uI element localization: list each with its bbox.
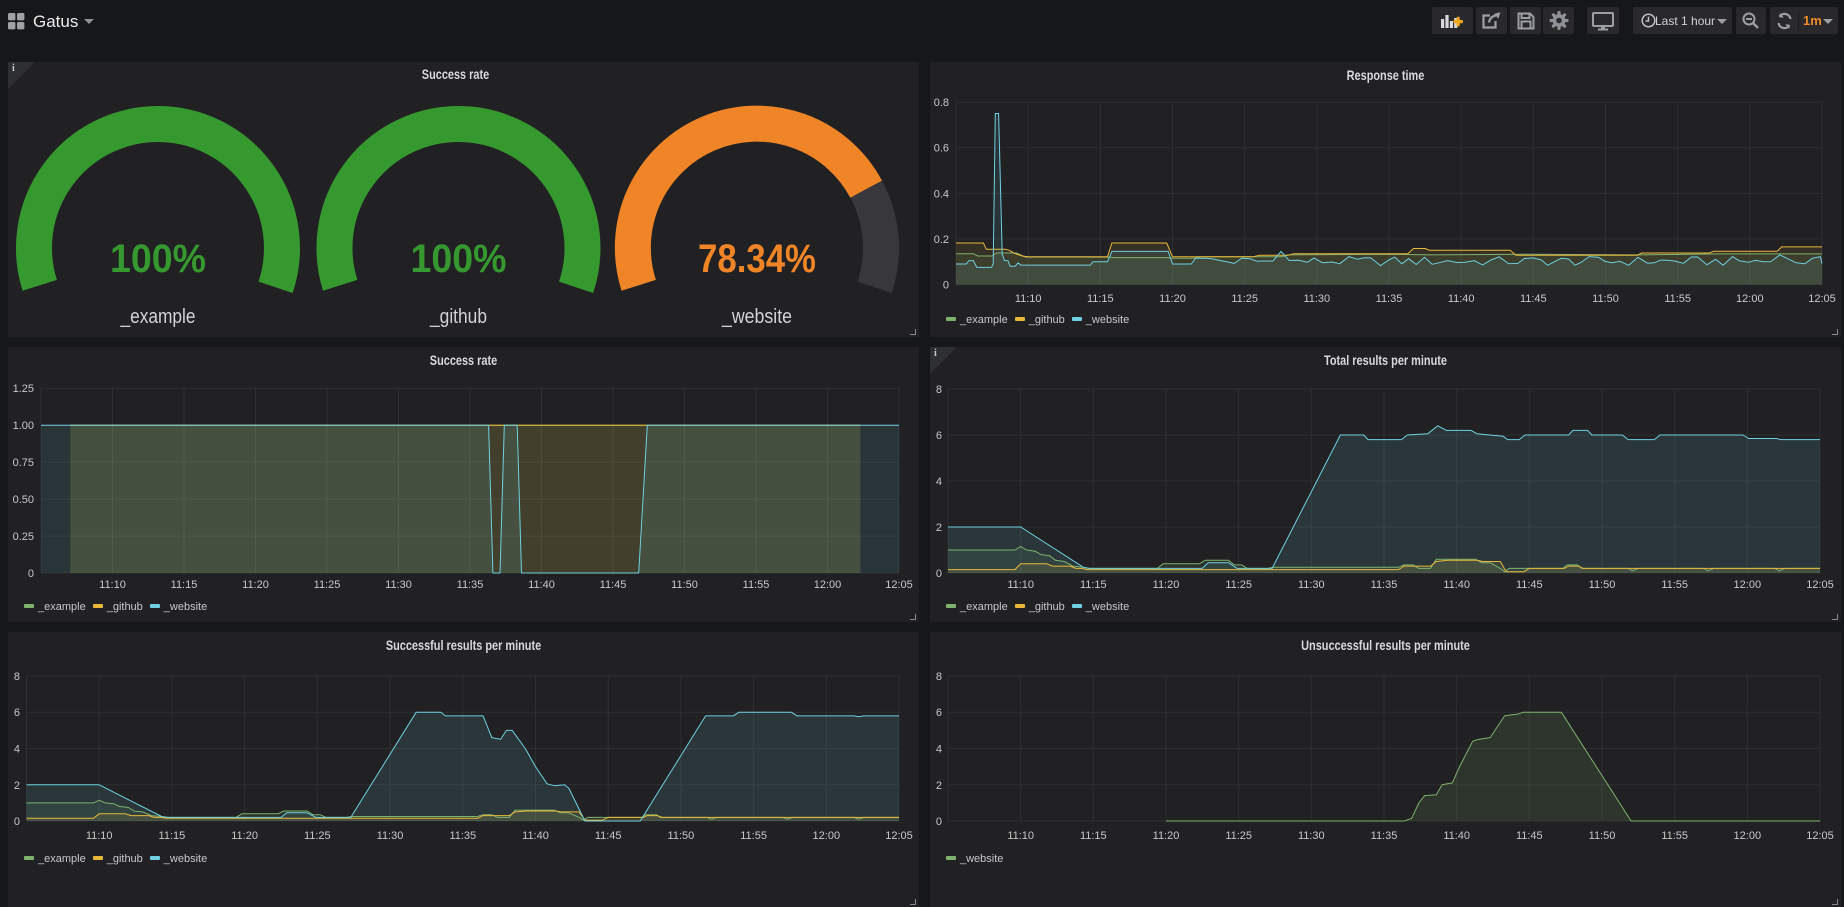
svg-text:2: 2 bbox=[936, 780, 942, 792]
svg-text:6: 6 bbox=[14, 707, 20, 719]
svg-text:0.6: 0.6 bbox=[934, 143, 949, 155]
svg-text:11:20: 11:20 bbox=[1153, 579, 1180, 591]
svg-text:11:25: 11:25 bbox=[1225, 830, 1252, 842]
svg-text:_website: _website bbox=[721, 306, 792, 328]
svg-text:0: 0 bbox=[936, 816, 942, 828]
svg-text:11:50: 11:50 bbox=[671, 579, 698, 591]
svg-text:12:00: 12:00 bbox=[814, 579, 842, 591]
svg-text:11:35: 11:35 bbox=[1371, 579, 1398, 591]
svg-text:11:45: 11:45 bbox=[595, 830, 622, 842]
svg-text:78.34%: 78.34% bbox=[698, 237, 816, 281]
svg-text:11:40: 11:40 bbox=[1443, 579, 1470, 591]
svg-text:11:30: 11:30 bbox=[1298, 830, 1325, 842]
svg-text:12:05: 12:05 bbox=[1808, 293, 1836, 305]
svg-text:11:10: 11:10 bbox=[1007, 579, 1034, 591]
svg-text:2: 2 bbox=[14, 780, 20, 792]
svg-text:11:20: 11:20 bbox=[242, 579, 269, 591]
svg-text:11:10: 11:10 bbox=[1007, 830, 1034, 842]
svg-text:6: 6 bbox=[936, 707, 942, 719]
svg-text:11:55: 11:55 bbox=[743, 579, 770, 591]
svg-text:0: 0 bbox=[936, 568, 942, 580]
svg-text:11:45: 11:45 bbox=[1516, 830, 1543, 842]
svg-text:11:25: 11:25 bbox=[304, 830, 331, 842]
svg-text:11:15: 11:15 bbox=[1087, 293, 1114, 305]
svg-text:0: 0 bbox=[943, 280, 949, 292]
svg-text:_example: _example bbox=[120, 306, 196, 328]
svg-text:12:05: 12:05 bbox=[885, 830, 913, 842]
svg-text:0.4: 0.4 bbox=[934, 188, 949, 200]
svg-text:0.8: 0.8 bbox=[934, 97, 949, 109]
svg-text:11:10: 11:10 bbox=[86, 830, 113, 842]
svg-text:11:20: 11:20 bbox=[231, 830, 258, 842]
svg-text:0.2: 0.2 bbox=[934, 234, 949, 246]
svg-text:11:15: 11:15 bbox=[171, 579, 198, 591]
svg-text:11:50: 11:50 bbox=[1589, 830, 1616, 842]
svg-text:12:05: 12:05 bbox=[1806, 579, 1834, 591]
svg-text:11:10: 11:10 bbox=[99, 579, 126, 591]
svg-text:12:00: 12:00 bbox=[1736, 293, 1764, 305]
svg-text:12:00: 12:00 bbox=[813, 830, 841, 842]
svg-text:11:30: 11:30 bbox=[385, 579, 412, 591]
svg-text:11:35: 11:35 bbox=[1371, 830, 1398, 842]
svg-text:11:15: 11:15 bbox=[1080, 830, 1107, 842]
svg-text:12:00: 12:00 bbox=[1734, 579, 1762, 591]
svg-text:12:00: 12:00 bbox=[1734, 830, 1762, 842]
svg-text:11:45: 11:45 bbox=[1516, 579, 1543, 591]
svg-text:0: 0 bbox=[14, 816, 20, 828]
svg-text:1.25: 1.25 bbox=[13, 383, 34, 395]
svg-text:11:15: 11:15 bbox=[159, 830, 186, 842]
svg-text:11:55: 11:55 bbox=[1664, 293, 1691, 305]
svg-text:11:35: 11:35 bbox=[1376, 293, 1403, 305]
svg-text:11:55: 11:55 bbox=[1661, 830, 1688, 842]
svg-text:11:25: 11:25 bbox=[1231, 293, 1258, 305]
svg-text:4: 4 bbox=[936, 744, 942, 756]
svg-text:0.50: 0.50 bbox=[13, 494, 34, 506]
svg-text:11:45: 11:45 bbox=[600, 579, 627, 591]
svg-text:11:15: 11:15 bbox=[1080, 579, 1107, 591]
svg-text:11:55: 11:55 bbox=[740, 830, 767, 842]
svg-text:11:55: 11:55 bbox=[1661, 579, 1688, 591]
svg-text:8: 8 bbox=[936, 384, 942, 396]
svg-text:0.75: 0.75 bbox=[13, 457, 34, 469]
svg-text:4: 4 bbox=[936, 476, 942, 488]
svg-text:12:05: 12:05 bbox=[885, 579, 913, 591]
svg-text:11:40: 11:40 bbox=[1448, 293, 1475, 305]
svg-text:11:25: 11:25 bbox=[1225, 579, 1252, 591]
svg-text:11:30: 11:30 bbox=[1303, 293, 1330, 305]
svg-text:11:35: 11:35 bbox=[449, 830, 476, 842]
svg-text:11:20: 11:20 bbox=[1159, 293, 1186, 305]
svg-text:1.00: 1.00 bbox=[13, 420, 34, 432]
svg-text:11:50: 11:50 bbox=[668, 830, 695, 842]
svg-text:0.25: 0.25 bbox=[13, 531, 34, 543]
svg-text:11:50: 11:50 bbox=[1589, 579, 1616, 591]
svg-text:6: 6 bbox=[936, 430, 942, 442]
svg-text:_github: _github bbox=[429, 306, 487, 328]
svg-text:11:35: 11:35 bbox=[457, 579, 484, 591]
svg-text:2: 2 bbox=[936, 522, 942, 534]
svg-text:11:30: 11:30 bbox=[1298, 579, 1325, 591]
svg-text:0: 0 bbox=[28, 568, 34, 580]
svg-text:11:50: 11:50 bbox=[1592, 293, 1619, 305]
svg-text:100%: 100% bbox=[110, 237, 206, 281]
svg-text:11:40: 11:40 bbox=[528, 579, 555, 591]
svg-text:11:45: 11:45 bbox=[1520, 293, 1547, 305]
svg-text:100%: 100% bbox=[411, 237, 507, 281]
svg-text:11:20: 11:20 bbox=[1153, 830, 1180, 842]
svg-text:11:30: 11:30 bbox=[377, 830, 404, 842]
svg-text:11:40: 11:40 bbox=[522, 830, 549, 842]
svg-text:11:10: 11:10 bbox=[1015, 293, 1042, 305]
svg-text:12:05: 12:05 bbox=[1806, 830, 1834, 842]
svg-text:8: 8 bbox=[936, 671, 942, 683]
svg-text:4: 4 bbox=[14, 744, 20, 756]
svg-text:8: 8 bbox=[14, 671, 20, 683]
svg-text:11:40: 11:40 bbox=[1443, 830, 1470, 842]
svg-text:11:25: 11:25 bbox=[314, 579, 341, 591]
